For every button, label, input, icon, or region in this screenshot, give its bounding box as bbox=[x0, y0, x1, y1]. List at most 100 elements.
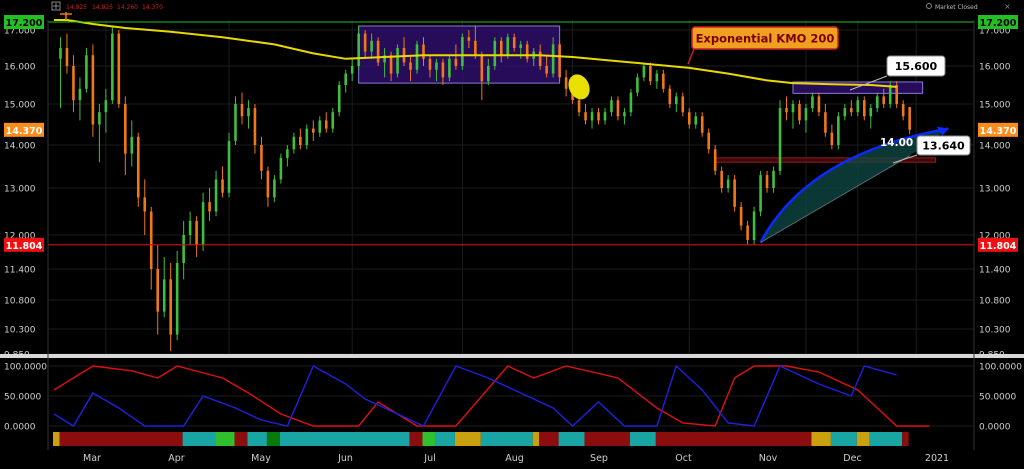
target-label: 14.00 bbox=[880, 137, 913, 149]
candle-body bbox=[143, 197, 147, 212]
candle-body bbox=[124, 104, 127, 154]
candle-body bbox=[590, 112, 594, 121]
candle-body bbox=[286, 149, 289, 158]
candle-body bbox=[208, 202, 211, 212]
candle-body bbox=[733, 179, 736, 207]
candle-body bbox=[253, 108, 257, 145]
pane-separator[interactable] bbox=[0, 354, 1024, 358]
candle-body bbox=[597, 112, 600, 121]
last-price-tag-left: 14.370 bbox=[6, 126, 43, 137]
candle-body bbox=[273, 179, 276, 198]
y-tick-label-right: 11.400 bbox=[979, 266, 1011, 276]
status-segment bbox=[279, 432, 410, 446]
candle-body bbox=[357, 33, 360, 66]
candle-body bbox=[247, 108, 250, 117]
candle-body bbox=[506, 37, 510, 56]
status-ribbon bbox=[53, 432, 909, 446]
x-tick-label: Dec bbox=[843, 453, 861, 464]
candle-body bbox=[389, 55, 393, 74]
candle-body bbox=[577, 100, 581, 113]
candle-body bbox=[344, 73, 348, 85]
osc-tick-right: 100.0000 bbox=[979, 363, 1022, 373]
candle-body bbox=[188, 220, 192, 235]
candle-body bbox=[642, 66, 646, 78]
candle-body bbox=[331, 112, 335, 129]
candle-body bbox=[687, 112, 691, 125]
y-tick-label-right: 10.800 bbox=[979, 297, 1011, 307]
status-segment bbox=[655, 432, 812, 446]
candle-body bbox=[111, 33, 114, 101]
candle-body bbox=[830, 132, 834, 145]
status-segment bbox=[422, 432, 436, 446]
candle-body bbox=[765, 175, 769, 188]
osc-tick-left: 50.0000 bbox=[4, 393, 41, 403]
candle-body bbox=[104, 100, 108, 113]
candle-body bbox=[91, 55, 95, 125]
osc-tick-left: 100.0000 bbox=[4, 363, 47, 373]
candle-body bbox=[396, 48, 399, 74]
status-segment bbox=[830, 432, 857, 446]
ohlc-low: 14.260 bbox=[117, 4, 138, 11]
candle-body bbox=[674, 96, 678, 104]
candle-body bbox=[363, 33, 367, 52]
y-tick-label-right: 10.300 bbox=[979, 326, 1011, 336]
y-tick-label-left: 13.000 bbox=[4, 185, 36, 195]
candle-body bbox=[240, 104, 244, 117]
candle-body bbox=[512, 37, 516, 48]
candle-body bbox=[869, 108, 873, 117]
status-segment bbox=[584, 432, 630, 446]
candle-body bbox=[525, 44, 529, 59]
ohlc-open: 14.925 bbox=[66, 4, 87, 11]
candle-body bbox=[260, 145, 263, 171]
x-tick-label: Jun bbox=[337, 453, 353, 464]
candle-body bbox=[72, 66, 75, 101]
status-segment bbox=[480, 432, 533, 446]
status-segment bbox=[532, 432, 540, 446]
candle-body bbox=[752, 211, 756, 240]
candle-body bbox=[136, 136, 140, 198]
candle-body bbox=[791, 104, 795, 113]
candle-body bbox=[655, 73, 659, 82]
y-tick-label-right: 13.000 bbox=[979, 185, 1011, 195]
x-tick-label: Oct bbox=[675, 453, 692, 464]
price-top-tag-right: 17.200 bbox=[980, 18, 1017, 29]
osc-tick-right: 50.0000 bbox=[979, 393, 1016, 403]
candle-body bbox=[487, 66, 490, 82]
y-tick-label-left: 15.000 bbox=[4, 101, 36, 111]
y-tick-label-left: 14.000 bbox=[4, 142, 36, 152]
status-segment bbox=[53, 432, 60, 446]
candle-body bbox=[875, 96, 879, 109]
x-tick-label: Mar bbox=[83, 453, 101, 464]
y-tick-label-right: 16.000 bbox=[979, 63, 1011, 73]
candle-body bbox=[305, 128, 309, 145]
status-segment bbox=[539, 432, 559, 446]
candle-body bbox=[888, 85, 892, 104]
ohlc-high: 14.925 bbox=[92, 4, 113, 11]
candle-body bbox=[772, 170, 775, 188]
status-segment bbox=[215, 432, 235, 446]
close-icon[interactable]: × bbox=[1004, 2, 1011, 11]
candle-body bbox=[311, 128, 315, 133]
candle-body bbox=[201, 202, 205, 245]
candle-body bbox=[558, 44, 561, 78]
status-segment bbox=[902, 432, 909, 446]
candle-body bbox=[551, 44, 555, 74]
candle-body bbox=[739, 206, 743, 226]
candle-body bbox=[713, 149, 717, 171]
status-segment bbox=[182, 432, 216, 446]
status-segment bbox=[558, 432, 585, 446]
support-label: 13.640 bbox=[922, 140, 965, 153]
x-tick-label: Aug bbox=[505, 453, 524, 464]
status-segment bbox=[869, 432, 903, 446]
candle-body bbox=[681, 96, 685, 113]
y-tick-label-left: 11.400 bbox=[4, 266, 36, 276]
candle-body bbox=[837, 116, 840, 145]
candle-body bbox=[480, 55, 484, 82]
candle-body bbox=[130, 136, 134, 154]
candle-body bbox=[117, 33, 121, 104]
candle-body bbox=[376, 40, 380, 63]
chart-canvas[interactable]: Exponential KMO 200 15.600 13.640 14.00 14.… bbox=[0, 0, 1024, 465]
candle-body bbox=[538, 51, 542, 66]
candle-body bbox=[422, 44, 425, 59]
candle-body bbox=[337, 85, 341, 113]
